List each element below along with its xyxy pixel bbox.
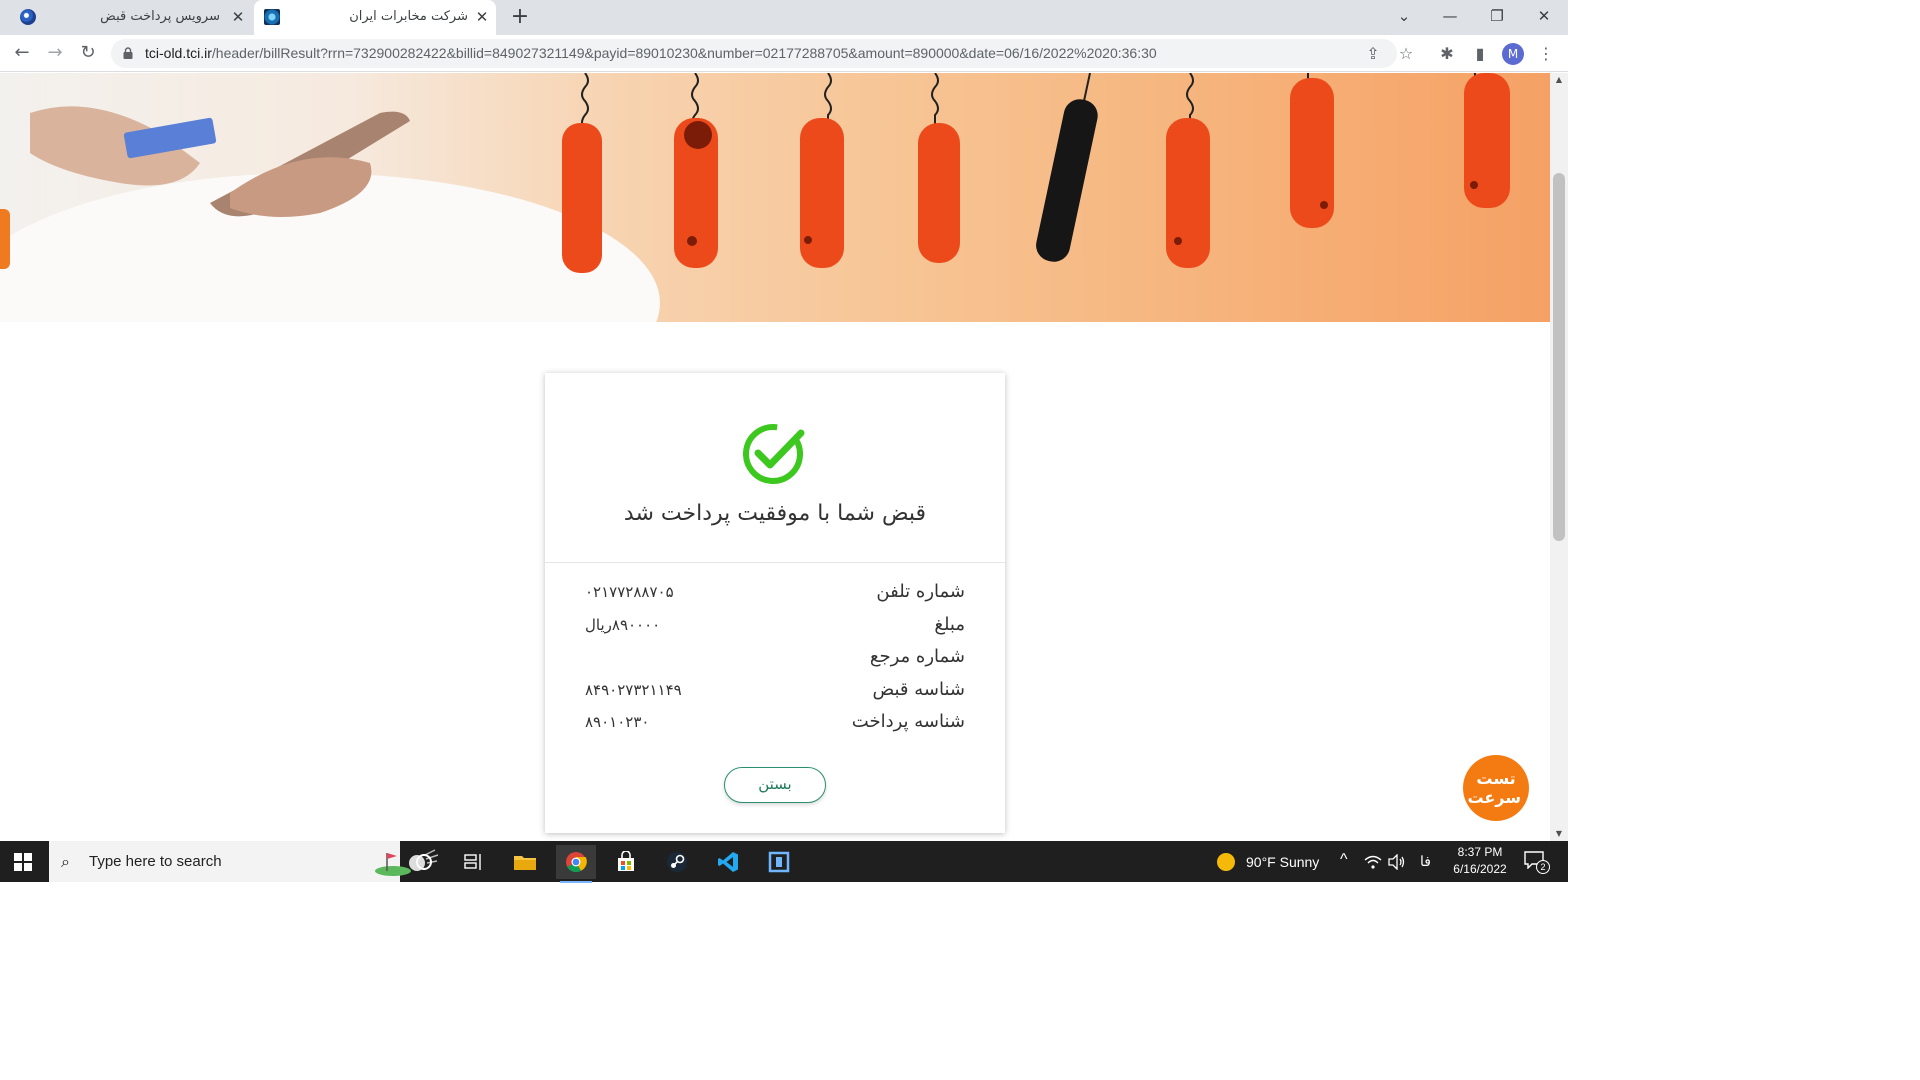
payment-result-card: قبض شما با موفقیت پرداخت شد شماره تلفن ۰… — [545, 373, 1005, 833]
row-bill-id: شناسه قبض ۸۴۹۰۲۷۳۲۱۱۴۹ — [585, 679, 965, 712]
page-viewport: قبض شما با موفقیت پرداخت شد شماره تلفن ۰… — [0, 73, 1550, 841]
taskbar-search-box[interactable]: ⌕ Type here to search — [49, 841, 439, 882]
scroll-up-icon[interactable]: ▲ — [1550, 73, 1568, 87]
row-reference-number: شماره مرجع — [585, 646, 965, 679]
banner-illustration — [30, 73, 1510, 273]
tab-bill-service[interactable]: سرویس پرداخت قبض ✕ — [8, 0, 252, 35]
forward-icon[interactable]: → — [43, 41, 67, 65]
restore-button[interactable]: ❐ — [1483, 4, 1511, 28]
clock-time: 8:37 PM — [1457, 845, 1503, 859]
browser-toolbar: ← → ↻ tci-old.tci.ir/header/billResult?r… — [0, 35, 1568, 72]
amount-value: ۸۹۰۰۰۰ریال — [585, 615, 661, 634]
speed-test-button[interactable]: تست سرعت — [1463, 755, 1529, 821]
file-explorer-icon[interactable] — [505, 845, 545, 879]
taskbar-clock[interactable]: 8:37 PM 6/16/2022 — [1446, 844, 1514, 878]
profile-avatar[interactable]: M — [1502, 43, 1524, 65]
address-bar[interactable]: tci-old.tci.ir/header/billResult?rrn=732… — [111, 39, 1413, 68]
task-view-icon[interactable] — [454, 845, 494, 879]
windows-start-icon[interactable] — [14, 853, 32, 871]
side-floating-tab[interactable] — [0, 209, 10, 269]
url-host: tci-old.tci.ir — [145, 45, 212, 61]
weather-sun-icon — [1217, 853, 1235, 871]
close-tab-icon[interactable]: ✕ — [230, 9, 246, 25]
bill-id-value: ۸۴۹۰۲۷۳۲۱۱۴۹ — [585, 680, 682, 699]
chrome-icon[interactable] — [556, 845, 596, 883]
share-icon[interactable]: ⇪ — [1363, 44, 1383, 64]
notification-center-icon[interactable]: 2 — [1524, 851, 1550, 874]
phone-number-label: شماره تلفن — [876, 581, 965, 602]
network-wifi-icon[interactable] — [1364, 854, 1382, 870]
windows-taskbar: ⌕ Type here to search 90°F Sunny ^ فا 8:… — [0, 841, 1568, 883]
lock-icon — [123, 47, 133, 59]
tab-title: سرویس پرداخت قبض — [100, 9, 220, 24]
speed-test-label: تست سرعت — [1467, 769, 1521, 807]
url-text: tci-old.tci.ir/header/billResult?rrn=732… — [145, 39, 1157, 68]
bill-id-label: شناسه قبض — [872, 678, 965, 700]
row-phone-number: شماره تلفن ۰۲۱۷۷۲۸۸۷۰۵ — [585, 581, 965, 614]
bookmark-star-icon[interactable]: ☆ — [1396, 44, 1416, 64]
tab-search-icon[interactable]: ⌄ — [1390, 4, 1418, 28]
weather-text[interactable]: 90°F Sunny — [1246, 854, 1319, 870]
vscode-icon[interactable] — [708, 845, 748, 879]
app-window-icon[interactable] — [759, 845, 799, 879]
cortana-icon[interactable] — [404, 845, 444, 879]
divider — [545, 562, 1005, 563]
tci-favicon-icon — [20, 9, 36, 25]
notification-count-badge: 2 — [1536, 860, 1550, 874]
steam-icon[interactable] — [657, 845, 697, 879]
extensions-puzzle-icon[interactable]: ✱ — [1436, 43, 1458, 65]
search-placeholder: Type here to search — [89, 853, 222, 870]
input-language[interactable]: فا — [1420, 853, 1431, 870]
hero-banner — [0, 73, 1550, 322]
speaker-volume-icon[interactable] — [1388, 854, 1406, 870]
payment-id-value: ۸۹۰۱۰۲۳۰ — [585, 713, 650, 731]
page-scrollbar[interactable]: ▲ ▼ — [1550, 73, 1568, 841]
side-panel-icon[interactable]: ▮ — [1469, 43, 1491, 65]
url-path: /header/billResult?rrn=732900282422&bill… — [211, 45, 1157, 61]
close-window-button[interactable]: ✕ — [1530, 4, 1558, 28]
menu-kebab-icon[interactable]: ⋮ — [1535, 43, 1557, 65]
payment-id-label: شناسه پرداخت — [851, 711, 965, 732]
close-button[interactable]: بستن — [724, 767, 826, 803]
back-icon[interactable]: ← — [10, 41, 34, 65]
show-hidden-icons-icon[interactable]: ^ — [1340, 851, 1348, 869]
success-title: قبض شما با موفقیت پرداخت شد — [623, 501, 927, 526]
close-tab-icon[interactable]: ✕ — [474, 9, 490, 25]
new-tab-button[interactable]: + — [508, 6, 532, 30]
tci-favicon-icon — [264, 9, 280, 25]
scroll-down-icon[interactable]: ▼ — [1550, 827, 1568, 841]
minimize-button[interactable]: — — [1436, 4, 1464, 28]
row-amount: مبلغ ۸۹۰۰۰۰ریال — [585, 614, 965, 647]
clock-date: 6/16/2022 — [1453, 862, 1507, 876]
receipt-details: شماره تلفن ۰۲۱۷۷۲۸۸۷۰۵ مبلغ ۸۹۰۰۰۰ریال ش… — [585, 581, 965, 744]
microsoft-store-icon[interactable] — [606, 845, 646, 879]
tab-tci[interactable]: شرکت مخابرات ایران ✕ — [254, 0, 496, 35]
reference-number-label: شماره مرجع — [869, 646, 965, 667]
amount-label: مبلغ — [934, 613, 965, 635]
row-payment-id: شناسه پرداخت ۸۹۰۱۰۲۳۰ — [585, 711, 965, 744]
tab-strip: سرویس پرداخت قبض ✕ شرکت مخابرات ایران ✕ … — [0, 0, 1568, 35]
success-check-icon — [743, 424, 805, 484]
scrollbar-thumb[interactable] — [1553, 173, 1565, 541]
reload-icon[interactable]: ↻ — [76, 41, 100, 65]
phone-number-value: ۰۲۱۷۷۲۸۸۷۰۵ — [585, 583, 674, 601]
tab-title: شرکت مخابرات ایران — [349, 9, 468, 24]
search-icon: ⌕ — [61, 852, 70, 871]
